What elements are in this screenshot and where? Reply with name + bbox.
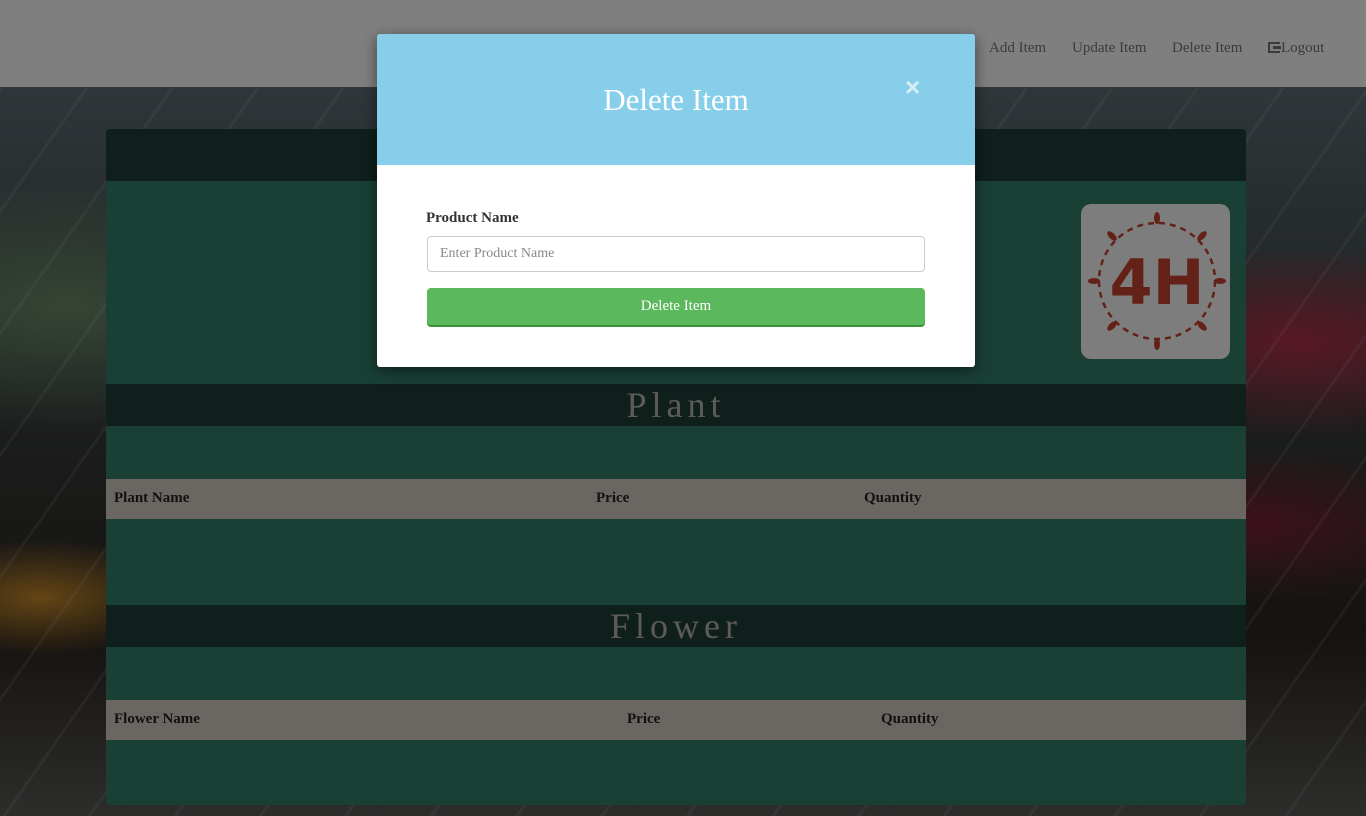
close-icon[interactable]: × (905, 72, 920, 103)
modal-header: Delete Item × (377, 34, 975, 165)
modal-title: Delete Item (603, 82, 749, 117)
delete-item-button[interactable]: Delete Item (427, 288, 925, 325)
delete-item-modal: Delete Item × Product Name Delete Item (377, 34, 975, 367)
product-name-label: Product Name (426, 210, 519, 226)
product-name-input[interactable] (427, 236, 925, 272)
